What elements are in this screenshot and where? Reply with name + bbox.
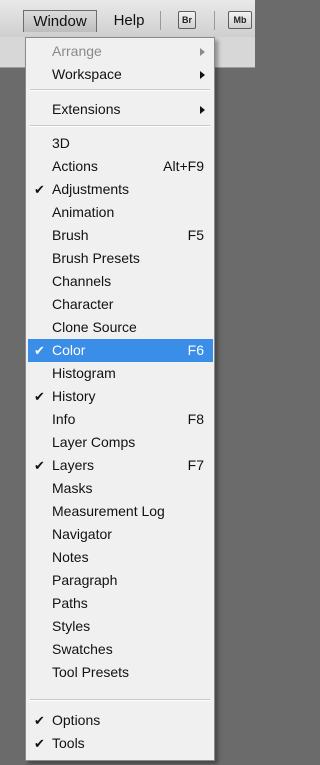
menu-item-histogram[interactable]: Histogram: [28, 362, 213, 385]
submenu-arrow-icon: [200, 71, 205, 79]
menu-item-label: Paths: [52, 595, 88, 611]
menu-item-label: Brush: [52, 227, 89, 243]
menu-item-label: History: [52, 388, 96, 404]
menu-item-label: Tools: [52, 735, 85, 751]
menu-separator: [30, 89, 210, 91]
menu-item-label: Clone Source: [52, 319, 137, 335]
menu-item-label: Info: [52, 411, 76, 427]
menu-item-history[interactable]: ✔ History: [28, 385, 213, 408]
menu-item-extensions[interactable]: Extensions: [28, 98, 213, 121]
menu-item-label: Measurement Log: [52, 503, 165, 519]
menu-separator: [30, 699, 210, 701]
submenu-arrow-icon: [200, 106, 205, 114]
menu-item-brush-presets[interactable]: Brush Presets: [28, 247, 213, 270]
menu-item-swatches[interactable]: Swatches: [28, 638, 213, 661]
menu-item-info[interactable]: Info F8: [28, 408, 213, 431]
checkmark-icon: ✔: [34, 458, 45, 473]
menu-item-layer-comps[interactable]: Layer Comps: [28, 431, 213, 454]
menu-item-label: Channels: [52, 273, 112, 289]
menu-item-3d[interactable]: 3D: [28, 132, 213, 155]
menu-item-tools[interactable]: ✔ Tools: [28, 732, 213, 755]
menu-item-options[interactable]: ✔ Options: [28, 709, 213, 732]
checkmark-icon: ✔: [34, 736, 45, 751]
menu-item-tool-presets[interactable]: Tool Presets: [28, 661, 213, 684]
menu-item-workspace[interactable]: Workspace: [28, 63, 213, 86]
menu-item-shortcut: F8: [187, 411, 204, 427]
menu-item-actions[interactable]: Actions Alt+F9: [28, 155, 213, 178]
menu-item-label: Masks: [52, 480, 93, 496]
menu-item-styles[interactable]: Styles: [28, 615, 213, 638]
menu-item-layers[interactable]: ✔ Layers F7: [28, 454, 213, 477]
menu-item-label: 3D: [52, 135, 70, 151]
menu-item-label: Tool Presets: [52, 664, 130, 680]
menu-item-navigator[interactable]: Navigator: [28, 523, 213, 546]
menu-item-label: Animation: [52, 204, 115, 220]
checkmark-icon: ✔: [34, 713, 45, 728]
menu-window[interactable]: Window: [23, 10, 97, 32]
menu-item-label: Color: [52, 342, 86, 358]
menu-item-measurement-log[interactable]: Measurement Log: [28, 500, 213, 523]
menu-item-label: Workspace: [52, 66, 122, 82]
menu-item-character[interactable]: Character: [28, 293, 213, 316]
menu-item-label: Character: [52, 296, 114, 312]
menubar-divider: [214, 11, 215, 30]
menu-item-masks[interactable]: Masks: [28, 477, 213, 500]
menu-item-label: Swatches: [52, 641, 113, 657]
menu-item-channels[interactable]: Channels: [28, 270, 213, 293]
menu-item-label: Actions: [52, 158, 98, 174]
menu-separator: [30, 125, 210, 127]
submenu-arrow-icon: [200, 48, 205, 56]
mini-bridge-button[interactable]: Mb: [228, 11, 252, 29]
menu-item-label: Navigator: [52, 526, 112, 542]
window-menu-dropdown: Arrange Workspace Extensions 3D Actions …: [25, 37, 215, 761]
menu-item-clone-source[interactable]: Clone Source: [28, 316, 213, 339]
menu-item-shortcut: Alt+F9: [163, 158, 204, 174]
menu-item-shortcut: F5: [187, 227, 204, 243]
menubar-divider: [160, 11, 161, 30]
menu-item-shortcut: F7: [187, 457, 204, 473]
menu-item-label: Paragraph: [52, 572, 118, 588]
menu-help[interactable]: Help: [106, 10, 152, 32]
menu-item-notes[interactable]: Notes: [28, 546, 213, 569]
menu-item-label: Layers: [52, 457, 95, 473]
menu-item-label: Histogram: [52, 365, 116, 381]
menu-item-label: Layer Comps: [52, 434, 136, 450]
menu-item-label: Options: [52, 712, 101, 728]
menu-item-label: Extensions: [52, 101, 121, 117]
menu-bar: Window Help Br Mb: [0, 0, 255, 38]
menu-item-shortcut: F6: [187, 342, 204, 358]
menu-item-animation[interactable]: Animation: [28, 201, 213, 224]
menu-item-label: Adjustments: [52, 181, 130, 197]
checkmark-icon: ✔: [34, 389, 45, 404]
menu-item-color[interactable]: ✔ Color F6: [28, 339, 213, 362]
menu-item-arrange: Arrange: [28, 40, 213, 63]
bridge-button[interactable]: Br: [178, 11, 196, 29]
menu-item-adjustments[interactable]: ✔ Adjustments: [28, 178, 213, 201]
menu-item-label: Brush Presets: [52, 250, 140, 266]
menu-item-paths[interactable]: Paths: [28, 592, 213, 615]
menu-item-label: Styles: [52, 618, 91, 634]
checkmark-icon: ✔: [34, 343, 45, 358]
menu-item-label: Arrange: [52, 43, 102, 59]
menu-item-label: Notes: [52, 549, 89, 565]
menu-item-paragraph[interactable]: Paragraph: [28, 569, 213, 592]
checkmark-icon: ✔: [34, 182, 45, 197]
menu-item-brush[interactable]: Brush F5: [28, 224, 213, 247]
